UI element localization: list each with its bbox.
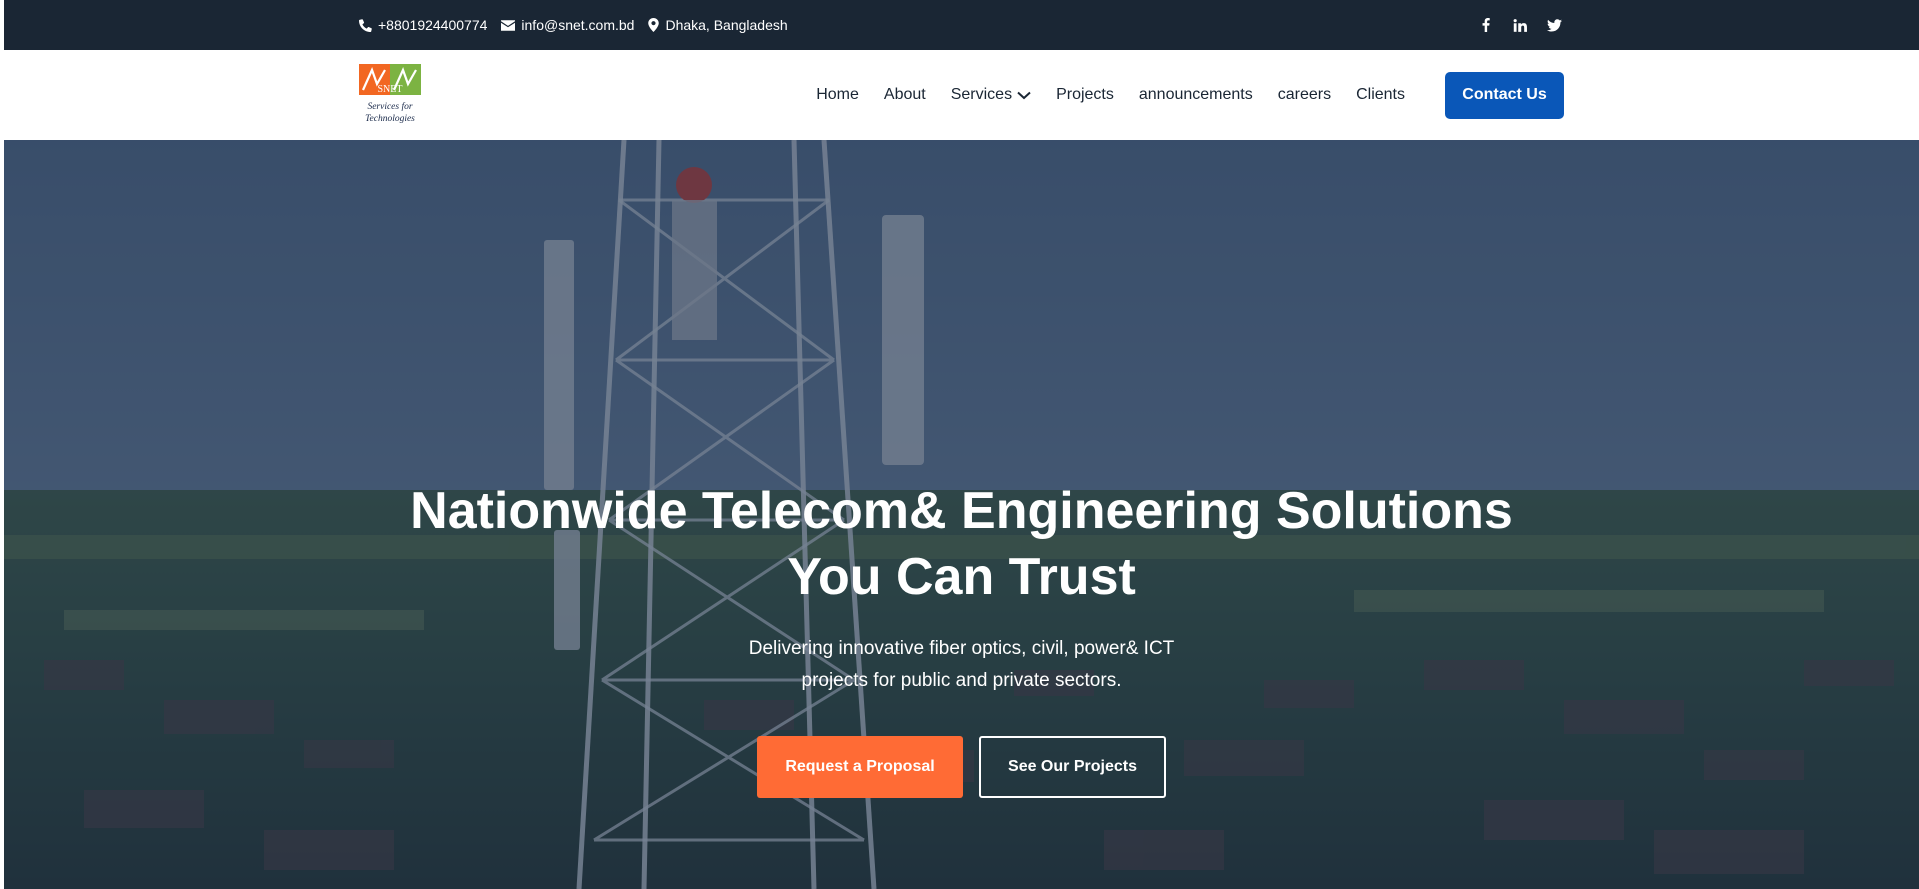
hero-subtitle: Delivering innovative fiber optics, civi… <box>4 633 1919 697</box>
twitter-link[interactable] <box>1544 15 1564 35</box>
hero-buttons: Request a Proposal See Our Projects <box>4 736 1919 798</box>
email-contact[interactable]: info@snet.com.bd <box>501 17 634 33</box>
nav-list: Home About Services Projects announcemen… <box>816 86 1405 104</box>
phone-contact[interactable]: +8801924400774 <box>359 17 487 33</box>
request-proposal-button[interactable]: Request a Proposal <box>757 736 963 798</box>
contact-us-button[interactable]: Contact Us <box>1445 71 1564 119</box>
site-header: SNET Services for Technologies Home Abou… <box>4 50 1919 140</box>
nav-item-careers[interactable]: careers <box>1278 86 1331 104</box>
hero-title-line1: Nationwide Telecom& Engineering Solution… <box>410 482 1513 540</box>
chevron-down-icon <box>1017 91 1031 99</box>
hero-subtitle-line1: Delivering innovative fiber optics, civi… <box>748 638 1175 659</box>
nav-item-announcements[interactable]: announcements <box>1139 86 1253 104</box>
hero-section: Nationwide Telecom& Engineering Solution… <box>4 140 1919 889</box>
envelope-icon <box>501 19 516 31</box>
nav-item-label: announcements <box>1138 86 1253 103</box>
snet-logo[interactable]: SNET Services for Technologies <box>359 64 421 126</box>
hero-content: Nationwide Telecom& Engineering Solution… <box>4 140 1919 889</box>
nav-item-label: Home <box>816 86 859 103</box>
contact-list: +8801924400774 info@snet.com.bd Dhaka, B… <box>359 17 788 33</box>
nav-item-clients[interactable]: Clients <box>1356 86 1405 104</box>
site-header-inner: SNET Services for Technologies Home Abou… <box>359 50 1564 140</box>
facebook-link[interactable] <box>1476 15 1496 35</box>
nav-item-home[interactable]: Home <box>816 86 859 104</box>
nav-item-about[interactable]: About <box>884 86 926 104</box>
main-navigation: Home About Services Projects announcemen… <box>816 71 1564 119</box>
location-contact: Dhaka, Bangladesh <box>648 17 788 33</box>
page: +8801924400774 info@snet.com.bd Dhaka, B… <box>4 0 1919 889</box>
hero-subtitle-line2: projects for public and private sectors. <box>801 670 1122 691</box>
nav-item-label: Services <box>950 86 1013 103</box>
nav-item-label: careers <box>1277 86 1332 103</box>
hero-title: Nationwide Telecom& Engineering Solution… <box>4 478 1919 610</box>
logo-tagline-line2: Technologies <box>365 114 415 124</box>
hero-title-line2: You Can Trust <box>787 548 1136 606</box>
twitter-icon <box>1546 18 1562 31</box>
nav-item-label: Projects <box>1056 86 1114 103</box>
map-pin-icon <box>648 18 660 32</box>
email-text: info@snet.com.bd <box>521 17 635 33</box>
social-links <box>1476 15 1564 35</box>
nav-item-services[interactable]: Services <box>951 86 1031 104</box>
linkedin-link[interactable] <box>1510 15 1530 35</box>
nav-item-projects[interactable]: Projects <box>1056 86 1114 104</box>
linkedin-icon <box>1513 18 1527 32</box>
facebook-icon <box>1482 18 1490 32</box>
location-text: Dhaka, Bangladesh <box>665 17 788 33</box>
nav-item-label: Clients <box>1356 86 1405 103</box>
phone-text: +8801924400774 <box>378 17 488 33</box>
top-contact-bar-inner: +8801924400774 info@snet.com.bd Dhaka, B… <box>359 0 1564 50</box>
logo-tagline-line1: Services for <box>367 101 412 112</box>
logo-brand-text: SNET <box>378 84 403 95</box>
top-contact-bar: +8801924400774 info@snet.com.bd Dhaka, B… <box>4 0 1919 50</box>
nav-item-label: About <box>883 86 926 103</box>
see-projects-button[interactable]: See Our Projects <box>979 736 1166 798</box>
phone-icon <box>359 18 372 32</box>
